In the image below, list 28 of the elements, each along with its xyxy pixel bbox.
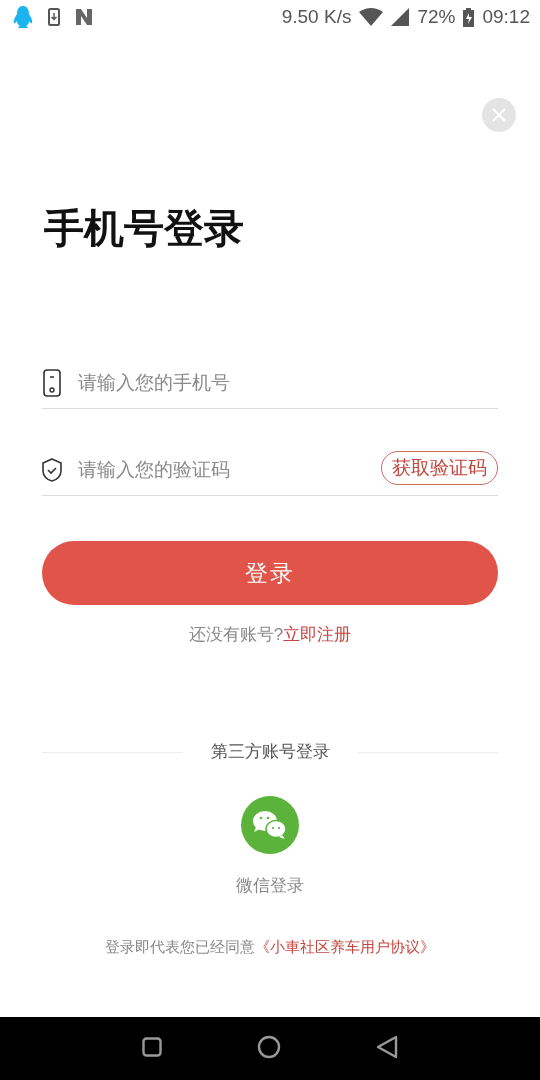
download-icon (48, 8, 60, 26)
page-title: 手机号登录 (44, 205, 245, 252)
option-label: 微信登录 (236, 875, 304, 897)
register-prompt: 还没有账号?立即注册 (187, 624, 353, 646)
section-heading: 第三方账号登录 (210, 741, 330, 763)
register-link[interactable]: 立即注册 (283, 625, 352, 644)
close-icon (491, 107, 507, 123)
battery-percent: 72% (417, 6, 456, 28)
login-button[interactable]: 登录 (42, 541, 498, 605)
n-icon (74, 7, 94, 27)
back-icon (375, 1035, 398, 1059)
shield-check-icon (42, 458, 62, 482)
network-speed: 9.50 K/s (281, 6, 352, 28)
clock-time: 09:12 (482, 6, 530, 28)
penguin-icon (12, 5, 34, 29)
battery-icon (463, 7, 475, 27)
wechat-icon[interactable] (241, 796, 299, 854)
circle-icon (257, 1035, 281, 1059)
text-input-field[interactable]: 请输入您的手机号 (78, 372, 498, 394)
wifi-icon (359, 8, 384, 26)
recents-button[interactable] (142, 1037, 163, 1060)
signal-icon (391, 8, 410, 26)
agreement-text: 登录即代表您已经同意《小車社区养车用户协议》 (104, 938, 436, 957)
get-code-button[interactable]: 获取验证码 (381, 451, 498, 485)
square-icon (142, 1037, 163, 1057)
phone-icon (43, 369, 61, 397)
agreement-link[interactable]: 《小車社区养车用户协议》 (255, 939, 435, 955)
text-input-field[interactable]: 请输入您的验证码 (78, 459, 365, 481)
